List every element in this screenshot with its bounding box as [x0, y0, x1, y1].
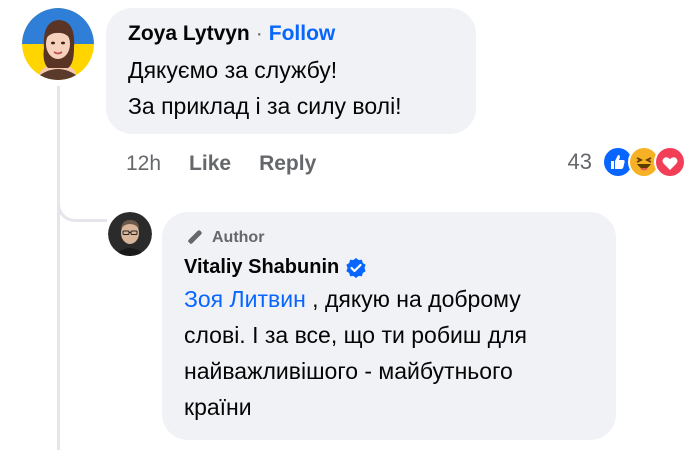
- author-badge: Author: [184, 228, 594, 248]
- pencil-icon: [187, 230, 202, 245]
- reply-author-name[interactable]: Vitaliy Shabunin: [184, 256, 339, 279]
- comment-line: За приклад і за силу волі!: [128, 93, 402, 119]
- thread-connector: [57, 160, 107, 222]
- comment-author-name[interactable]: Zoya Lytvyn: [128, 22, 250, 46]
- reply-text: Зоя Литвин , дякую на доброму слові. І з…: [184, 281, 594, 425]
- author-badge-label: Author: [212, 229, 265, 246]
- comment-actions: 12h Like Reply: [126, 152, 316, 176]
- mention-link[interactable]: Зоя Литвин: [184, 286, 306, 312]
- reply-header: Vitaliy Shabunin: [184, 256, 594, 279]
- comment-thread: Zoya Lytvyn · Follow Дякуємо за службу! …: [0, 0, 700, 450]
- avatar-zoya[interactable]: [22, 8, 94, 80]
- like-button[interactable]: Like: [189, 152, 231, 176]
- avatar-vitaliy[interactable]: [108, 212, 152, 256]
- reply-line: найважливішого - майбутнього: [184, 358, 513, 384]
- reply-line: країни: [184, 394, 252, 420]
- reply-line-text: , дякую на доброму: [305, 286, 521, 312]
- comment-header: Zoya Lytvyn · Follow: [128, 22, 454, 46]
- separator-dot: ·: [255, 22, 263, 45]
- comment-line: Дякуємо за службу!: [128, 57, 338, 83]
- reply-bubble: Author Vitaliy Shabunin Зоя Литвин , дяк…: [162, 212, 616, 440]
- reply-button[interactable]: Reply: [259, 152, 316, 176]
- comment-timestamp[interactable]: 12h: [126, 152, 161, 176]
- thread-line: [57, 86, 60, 450]
- love-icon: [654, 146, 686, 178]
- follow-button[interactable]: Follow: [269, 22, 336, 46]
- verified-icon: [346, 257, 366, 278]
- comment-bubble: Zoya Lytvyn · Follow Дякуємо за службу! …: [106, 8, 476, 134]
- reaction-icons: [602, 146, 686, 178]
- reaction-count: 43: [567, 149, 592, 174]
- reply-line: слові. І за все, що ти робиш для: [184, 322, 527, 348]
- reply-line: Зоя Литвин , дякую на доброму: [184, 281, 594, 317]
- comment-text: Дякуємо за службу! За приклад і за силу …: [128, 52, 454, 124]
- reactions-summary[interactable]: 43: [568, 146, 686, 178]
